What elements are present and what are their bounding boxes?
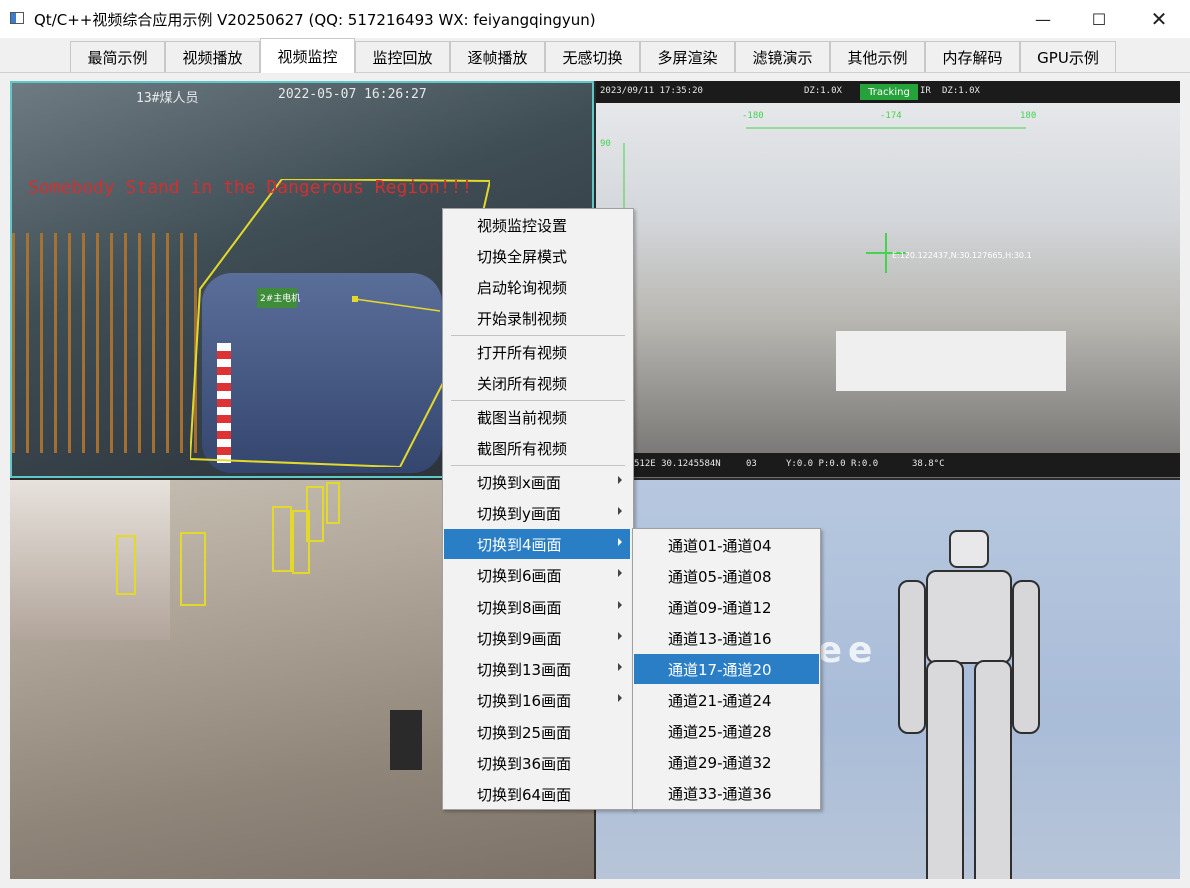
person-detect-box	[272, 506, 292, 572]
tab-frame-step[interactable]: 逐帧播放	[450, 41, 545, 72]
menu-item-switch-6[interactable]: 切换到6画面	[444, 560, 630, 590]
menu-item-open-all[interactable]: 打开所有视频	[444, 337, 630, 367]
submenu-item-ch25-28[interactable]: 通道25-通道28	[634, 716, 819, 746]
robot-head	[949, 530, 989, 568]
tab-multi-screen[interactable]: 多屏渲染	[640, 41, 735, 72]
menu-separator	[451, 335, 625, 336]
person-detect-box	[116, 535, 136, 595]
menu-item-switch-8[interactable]: 切换到8画面	[444, 592, 630, 622]
submenu-arrow-icon	[618, 476, 622, 484]
osd-timestamp: 2022-05-07 16:26:27	[278, 87, 427, 102]
submenu-item-ch29-32[interactable]: 通道29-通道32	[634, 747, 819, 777]
danger-warning: Somebody Stand in the Dangerous Region!!…	[28, 177, 473, 198]
submenu-item-ch01-04[interactable]: 通道01-通道04	[634, 530, 819, 560]
osd-camera-name: 13#煤人员	[136, 91, 199, 106]
temperature-readout: 38.8°C	[912, 459, 945, 469]
robot-left-arm	[898, 580, 926, 734]
submenu-item-ch05-08[interactable]: 通道05-通道08	[634, 561, 819, 591]
menu-item-close-all[interactable]: 关闭所有视频	[444, 368, 630, 398]
camera-datetime: 2023/09/11 17:35:20	[600, 86, 703, 96]
minimize-button[interactable]: —	[1020, 0, 1066, 38]
submenu-item-ch33-36[interactable]: 通道33-通道36	[634, 778, 819, 808]
menu-item-switch-16[interactable]: 切换到16画面	[444, 685, 630, 715]
submenu-arrow-icon	[618, 632, 622, 640]
zoom-right: DZ:1.0X	[942, 86, 980, 96]
menu-item-switch-x[interactable]: 切换到x画面	[444, 467, 630, 497]
coords-overlay: E:120.122437,N:30.127665,H:30.1	[892, 251, 1032, 260]
window-title: Qt/C++视频综合应用示例 V20250627 (QQ: 517216493 …	[34, 11, 596, 29]
office-desk	[836, 331, 1066, 391]
menu-separator	[451, 465, 625, 466]
hud-scale-left: -180	[742, 111, 764, 121]
title-bar: Qt/C++视频综合应用示例 V20250627 (QQ: 517216493 …	[0, 0, 1190, 38]
menu-item-snapshot-current[interactable]: 截图当前视频	[444, 402, 630, 432]
tab-bar: 最简示例 视频播放 视频监控 监控回放 逐帧播放 无感切换 多屏渲染 滤镜演示 …	[0, 38, 1190, 73]
robot-right-arm	[1012, 580, 1040, 734]
menu-item-switch-36[interactable]: 切换到36画面	[444, 748, 630, 778]
gps-readout: 512E 30.1245584N	[634, 459, 721, 469]
menu-item-monitor-settings[interactable]: 视频监控设置	[444, 210, 630, 240]
ir-label: IR	[920, 86, 931, 96]
menu-item-switch-9[interactable]: 切换到9画面	[444, 623, 630, 653]
tab-gpu[interactable]: GPU示例	[1020, 41, 1116, 72]
robot-right-leg	[974, 660, 1012, 879]
shop-front	[10, 480, 170, 640]
menu-item-switch-25[interactable]: 切换到25画面	[444, 717, 630, 747]
zoom-left: DZ:1.0X	[804, 86, 842, 96]
submenu-arrow-icon	[618, 538, 622, 546]
satellite-count: 03	[746, 459, 757, 469]
menu-item-switch-y[interactable]: 切换到y画面	[444, 498, 630, 528]
tracking-badge: Tracking	[860, 84, 918, 100]
tab-memory-decode[interactable]: 内存解码	[925, 41, 1020, 72]
video-cell-2[interactable]: 2023/09/11 17:35:20 DZ:1.0X Tracking IR …	[596, 81, 1180, 478]
hud-scale-right: 180	[1020, 111, 1037, 121]
submenu-item-ch21-24[interactable]: 通道21-通道24	[634, 685, 819, 715]
person-detect-box	[180, 532, 206, 606]
hud-overlay	[623, 127, 1026, 293]
app-icon	[10, 12, 24, 24]
hud-scale-mid: -174	[880, 111, 902, 121]
submenu-arrow-icon	[618, 694, 622, 702]
tab-replay[interactable]: 监控回放	[355, 41, 450, 72]
tab-other[interactable]: 其他示例	[830, 41, 925, 72]
maximize-button[interactable]: ☐	[1076, 0, 1122, 38]
fence	[12, 233, 202, 453]
submenu-arrow-icon	[618, 507, 622, 515]
submenu-item-ch09-12[interactable]: 通道09-通道12	[634, 592, 819, 622]
tab-playback[interactable]: 视频播放	[165, 41, 260, 72]
menu-item-start-recording[interactable]: 开始录制视频	[444, 303, 630, 333]
menu-item-switch-13[interactable]: 切换到13画面	[444, 654, 630, 684]
submenu-arrow-icon	[618, 601, 622, 609]
menu-item-switch-4[interactable]: 切换到4画面	[444, 529, 630, 559]
person-detect-box	[326, 482, 340, 524]
submenu-arrow-icon	[618, 569, 622, 577]
tab-seamless[interactable]: 无感切换	[545, 41, 640, 72]
robot-torso	[926, 570, 1012, 664]
channel-submenu: 通道01-通道04 通道05-通道08 通道09-通道12 通道13-通道16 …	[632, 528, 821, 810]
trash-bin	[390, 710, 422, 770]
menu-item-start-polling[interactable]: 启动轮询视频	[444, 272, 630, 302]
submenu-arrow-icon	[618, 663, 622, 671]
tab-simple[interactable]: 最简示例	[70, 41, 165, 72]
menu-item-snapshot-all[interactable]: 截图所有视频	[444, 433, 630, 463]
context-menu: 视频监控设置 切换全屏模式 启动轮询视频 开始录制视频 打开所有视频 关闭所有视…	[442, 208, 634, 810]
close-button[interactable]: ✕	[1136, 0, 1182, 38]
menu-item-switch-64[interactable]: 切换到64画面	[444, 779, 630, 809]
menu-separator	[451, 400, 625, 401]
tab-filter[interactable]: 滤镜演示	[735, 41, 830, 72]
person-detect-box	[306, 486, 324, 542]
submenu-item-ch17-20[interactable]: 通道17-通道20	[634, 654, 819, 684]
tab-monitor[interactable]: 视频监控	[260, 38, 355, 73]
menu-item-fullscreen[interactable]: 切换全屏模式	[444, 241, 630, 271]
hud-left-value: 90	[600, 139, 611, 149]
robot-left-leg	[926, 660, 964, 879]
submenu-item-ch13-16[interactable]: 通道13-通道16	[634, 623, 819, 653]
attitude-readout: Y:0.0 P:0.0 R:0.0	[786, 459, 879, 469]
